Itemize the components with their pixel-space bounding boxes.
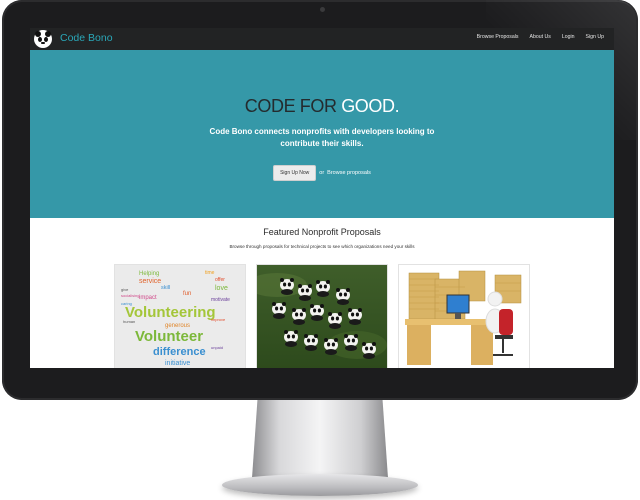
proposal-card-pandas[interactable] [256, 264, 388, 368]
wc-word: unpaid [211, 345, 223, 350]
hero-title: CODE FOR GOOD. [30, 96, 614, 117]
wc-word: love [215, 285, 228, 292]
nav-sign-up[interactable]: Sign Up [586, 34, 604, 40]
wc-word: socialising [121, 293, 139, 298]
wc-word: difference [153, 346, 206, 358]
wc-word: fun [183, 291, 191, 297]
featured-title: Featured Nonprofit Proposals [263, 227, 381, 237]
wc-word: service [139, 278, 161, 285]
nav-about-us[interactable]: About Us [529, 34, 550, 40]
nav-browse-proposals[interactable]: Browse Proposals [477, 34, 519, 40]
or-text: or [319, 170, 325, 176]
monitor-stand-neck [252, 400, 388, 478]
nav-login[interactable]: Login [562, 34, 575, 40]
hero-title-part1: CODE FOR [244, 96, 342, 116]
wc-word: caring [121, 301, 132, 306]
proposal-card-volunteering[interactable]: Helping time offer service skill love fu… [114, 264, 246, 368]
nav-links: Browse Proposals About Us Login Sign Up [477, 34, 604, 40]
camera-dot [320, 7, 325, 12]
proposal-card-office[interactable] [398, 264, 530, 368]
wc-word: initiative [165, 360, 190, 367]
hero-section: CODE FOR GOOD. Code Bono connects nonpro… [30, 50, 614, 218]
sign-up-now-button[interactable]: Sign Up Now [273, 165, 317, 181]
pandas-photo-image [257, 265, 387, 368]
hero-actions: Sign Up Now or Browse proposals [30, 165, 614, 181]
monitor-stand-base [222, 474, 418, 496]
office-paperwork-image [399, 265, 529, 368]
wc-word: impact [139, 295, 157, 301]
wc-word: skill [161, 285, 170, 291]
wc-word: offer [215, 277, 225, 283]
hero-title-part2: GOOD. [341, 96, 400, 116]
wc-word: human [123, 319, 135, 324]
wc-word: give [121, 287, 129, 292]
navbar: Code Bono Browse Proposals About Us Logi… [30, 28, 614, 50]
wc-word: improve [211, 317, 226, 322]
brand-link[interactable]: Code Bono [60, 32, 113, 44]
wc-word: Helping [139, 271, 159, 277]
wc-word: motivate [211, 297, 230, 303]
featured-subtitle: Browse through proposals for technical p… [229, 244, 415, 249]
hero-subtitle: Code Bono connects nonprofits with devel… [209, 127, 435, 148]
volunteering-word-cloud-image: Helping time offer service skill love fu… [115, 265, 245, 368]
browser-viewport: Code Bono Browse Proposals About Us Logi… [30, 28, 614, 368]
wc-word: time [205, 270, 215, 276]
browse-proposals-link[interactable]: Browse proposals [327, 170, 371, 176]
wc-word: Volunteering [125, 304, 216, 321]
panda-nose [41, 42, 45, 44]
panda-face-icon[interactable] [34, 30, 52, 48]
wc-word: Volunteer [135, 328, 203, 345]
monitor-frame: Code Bono Browse Proposals About Us Logi… [2, 0, 638, 400]
